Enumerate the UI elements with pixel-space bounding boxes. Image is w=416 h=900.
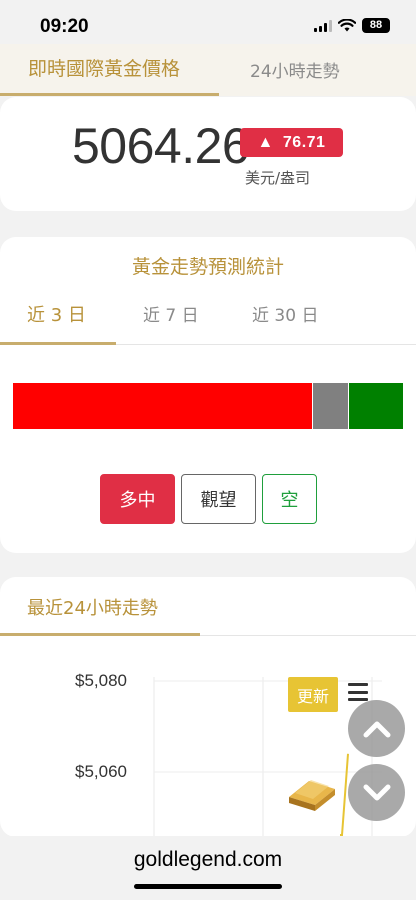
active-tab-underline — [0, 93, 219, 96]
y-tick-label: $5,080 — [75, 671, 127, 690]
tab-3-days[interactable]: 近 3 日 — [27, 301, 86, 327]
bearish-segment — [348, 383, 403, 429]
price-card: 5064.26 ▲ 76.71 美元/盎司 — [0, 97, 416, 211]
price-series-line — [340, 753, 349, 836]
scroll-down-button[interactable] — [348, 764, 405, 821]
up-arrow-icon: ▲ — [257, 133, 274, 151]
price-unit: 美元/盎司 — [245, 169, 311, 187]
neutral-segment — [312, 383, 348, 429]
forecast-title: 黃金走勢預測統計 — [131, 256, 284, 278]
signal-icon — [314, 19, 332, 32]
site-url[interactable]: goldlegend.com — [0, 848, 416, 872]
bearish-button[interactable]: 空 — [262, 474, 317, 524]
battery-icon: 88 — [362, 18, 390, 33]
forecast-stats-card: 黃金走勢預測統計 近 3 日 近 7 日 近 30 日 多中 觀望 空 — [0, 237, 416, 553]
chart-menu-icon[interactable] — [348, 683, 368, 701]
gold-price: 5064.26 — [72, 118, 250, 174]
tab-realtime-price[interactable]: 即時國際黃金價格 — [28, 54, 180, 81]
bullish-button[interactable]: 多中 — [100, 474, 175, 524]
price-change-value: 76.71 — [282, 133, 326, 151]
tab-7-days[interactable]: 近 7 日 — [143, 301, 199, 326]
update-button[interactable]: 更新 — [288, 677, 338, 712]
chevron-up-icon — [363, 721, 390, 737]
scroll-up-button[interactable] — [348, 700, 405, 757]
y-tick-label: $5,060 — [75, 762, 127, 781]
tab-24h-trend[interactable]: 24小時走勢 — [250, 57, 340, 82]
chevron-down-icon — [363, 784, 390, 800]
wifi-icon — [338, 19, 356, 32]
period-tabs: 近 3 日 近 7 日 近 30 日 — [0, 297, 416, 345]
top-tab-bar: 即時國際黃金價格 24小時走勢 — [0, 44, 416, 96]
browser-url-bar: goldlegend.com — [0, 836, 416, 900]
tab-30-days[interactable]: 近 30 日 — [252, 301, 318, 326]
home-indicator — [134, 884, 282, 889]
status-time: 09:20 — [40, 16, 89, 37]
price-change-badge: ▲ 76.71 — [240, 128, 343, 157]
neutral-button[interactable]: 觀望 — [181, 474, 256, 524]
status-icons: 88 — [314, 18, 390, 33]
period-tab-underline — [0, 342, 116, 345]
bullish-segment — [13, 383, 312, 429]
forecast-distribution-bar — [13, 383, 403, 429]
gold-bar-icon — [289, 780, 335, 811]
chart-lines — [340, 753, 349, 836]
